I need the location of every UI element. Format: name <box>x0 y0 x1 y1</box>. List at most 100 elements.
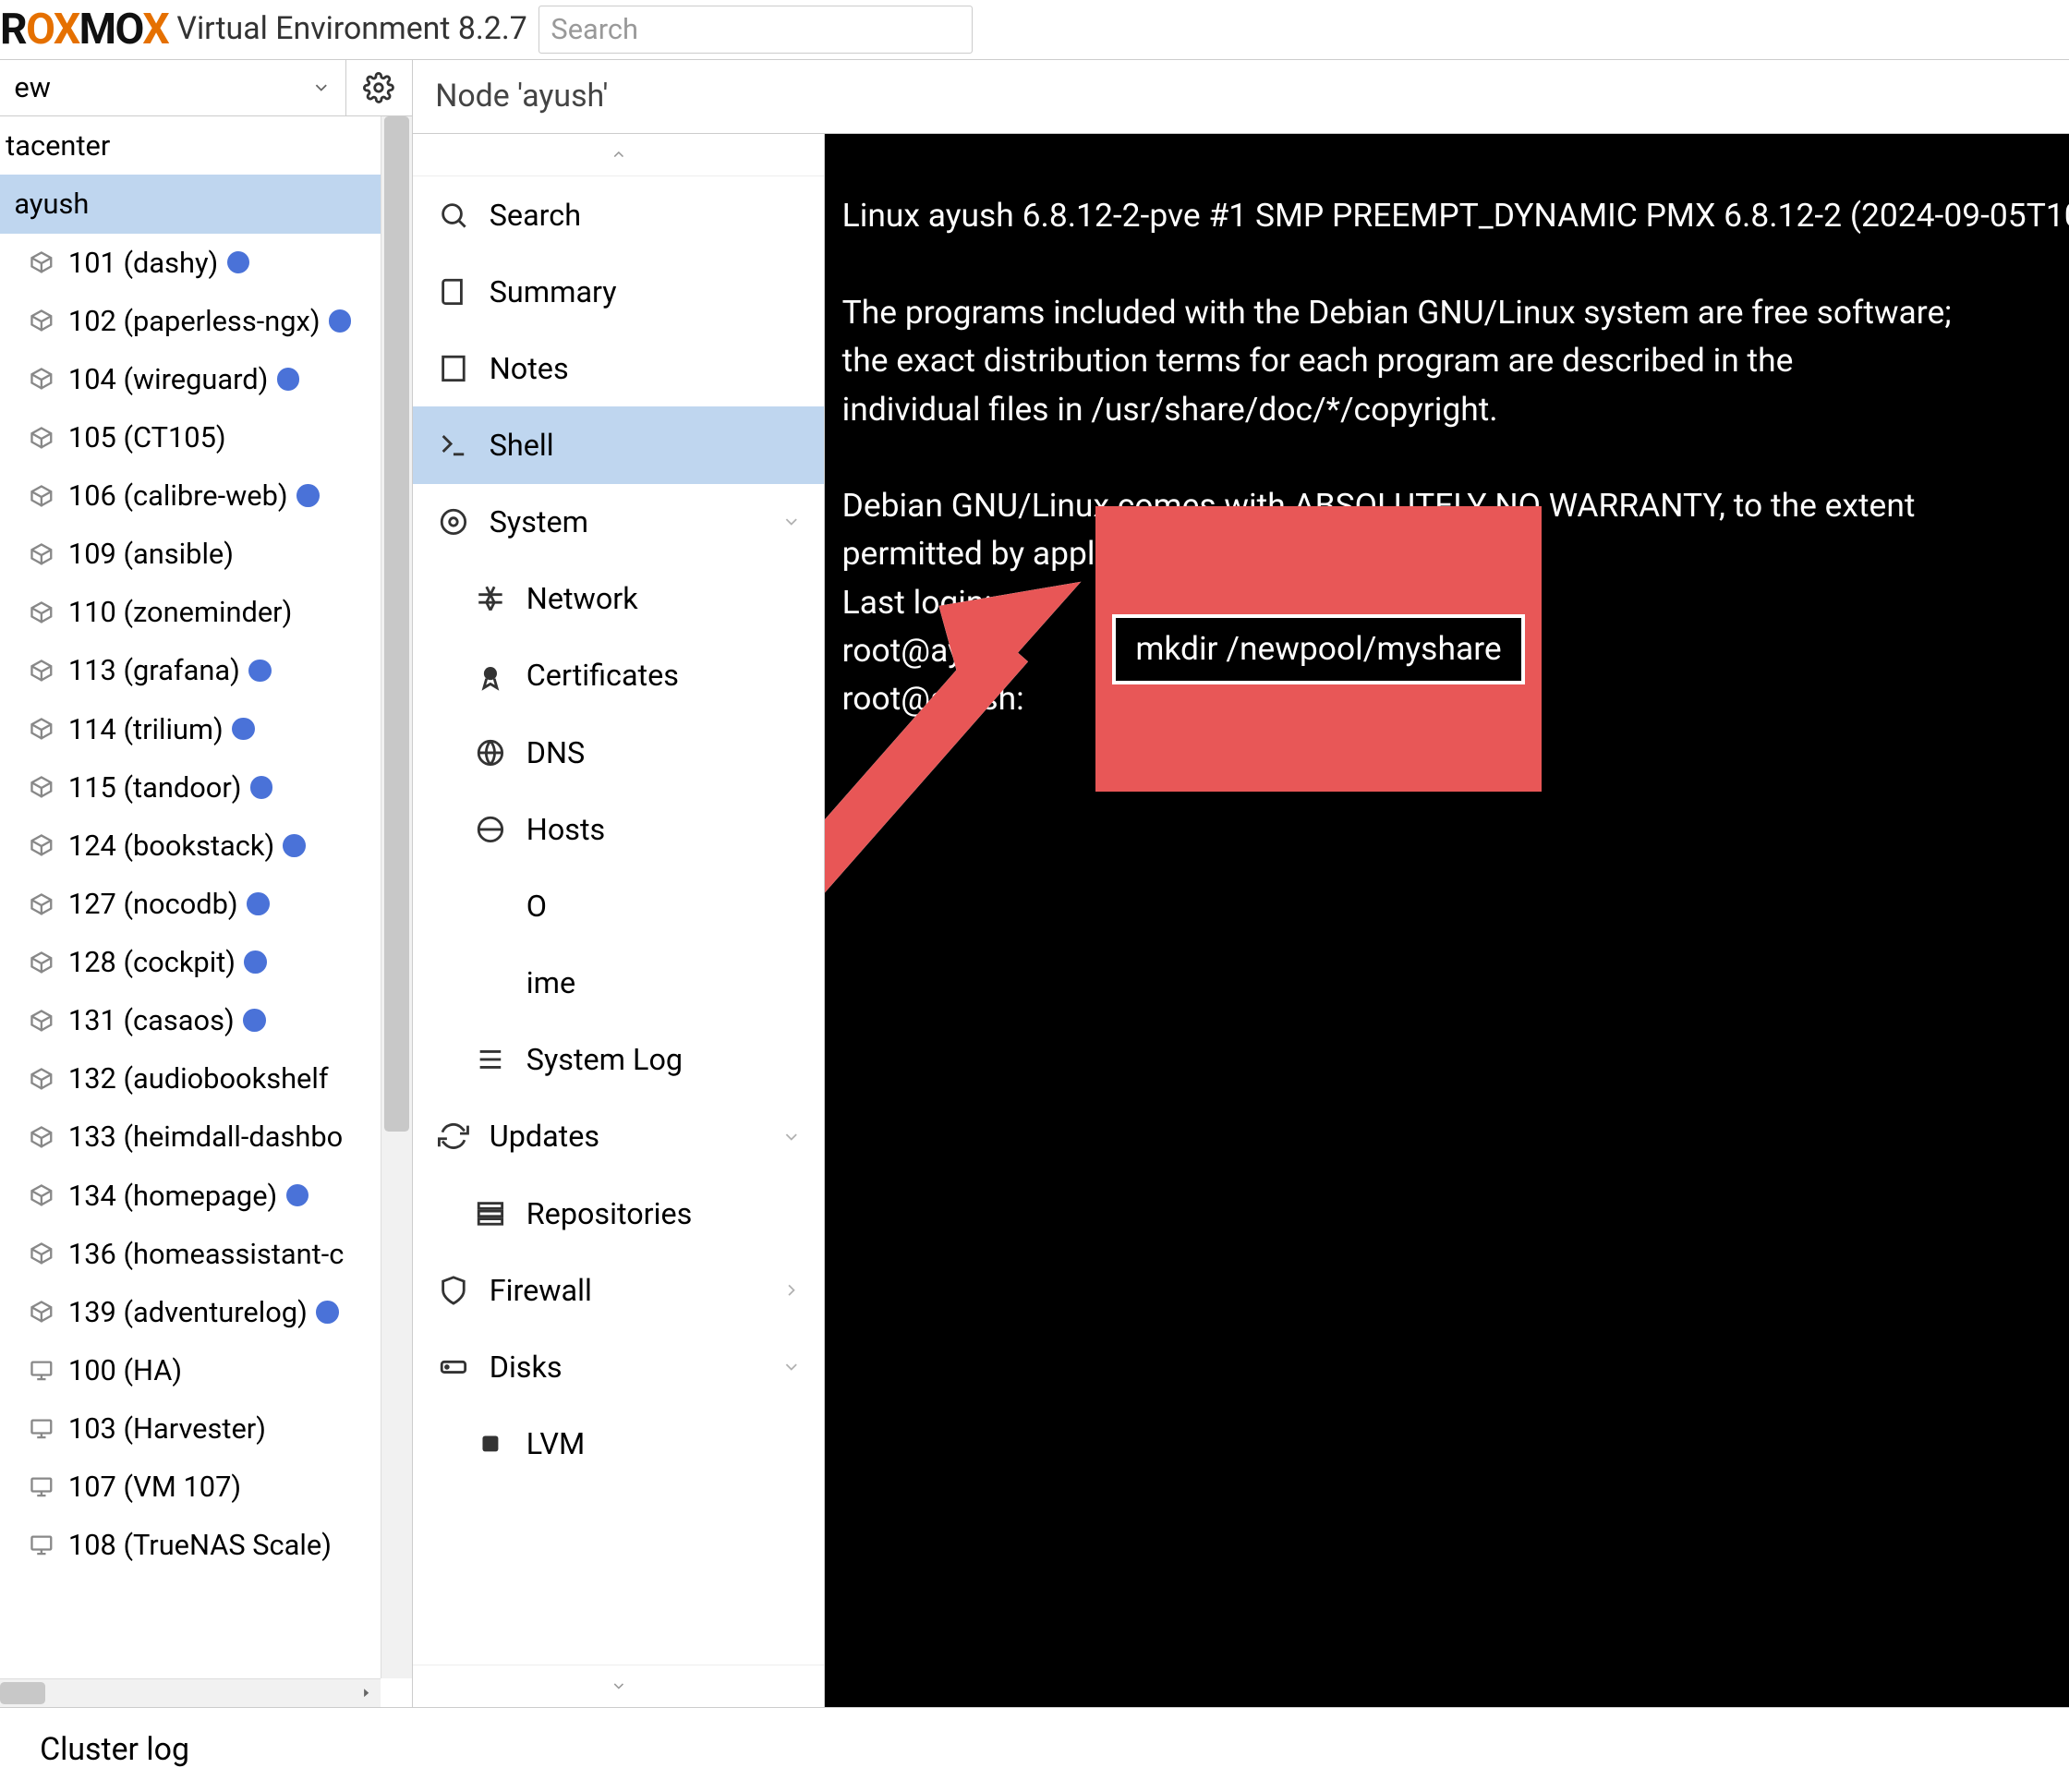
status-dot <box>286 1184 309 1207</box>
scrollbar-thumb[interactable] <box>0 1682 45 1704</box>
tree-item[interactable]: 113 (grafana) <box>0 641 412 699</box>
tree-item-label: 132 (audiobookshelf <box>68 1061 329 1096</box>
container-icon <box>29 308 60 333</box>
tree-item-label: 114 (trilium) <box>68 712 224 746</box>
tree-horizontal-scrollbar[interactable] <box>0 1678 381 1707</box>
tree-item[interactable]: 132 (audiobookshelf <box>0 1049 412 1108</box>
sidenav-item-network[interactable]: Network <box>413 561 825 637</box>
tree-item[interactable]: 107 (VM 107) <box>0 1458 412 1516</box>
sidenav-item-hosts[interactable]: Hosts <box>413 791 825 867</box>
search-icon <box>438 200 469 231</box>
terminal-line: root@ayush: <box>842 631 1024 670</box>
container-icon <box>29 249 60 275</box>
tree-item[interactable]: 134 (homepage) <box>0 1167 412 1225</box>
tree-item[interactable]: 109 (ansible) <box>0 525 412 583</box>
status-dot <box>248 660 272 683</box>
sidenav-item-summary[interactable]: Summary <box>413 253 825 330</box>
sidenav-item-system[interactable]: System <box>413 484 825 561</box>
sidenav-item-lvm[interactable]: LVM <box>413 1405 825 1482</box>
sidenav-label: Certificates <box>526 658 679 693</box>
tree-item-label: 115 (tandoor) <box>68 770 242 805</box>
status-dot <box>316 1301 339 1324</box>
tree-item-label: 110 (zoneminder) <box>68 595 292 629</box>
sidenav-label: Repositories <box>526 1196 693 1231</box>
sidenav-item-certificates[interactable]: Certificates <box>413 637 825 714</box>
tree-vertical-scrollbar[interactable] <box>381 116 412 1678</box>
container-icon <box>29 891 60 917</box>
updates-icon <box>438 1120 469 1152</box>
vm-icon <box>29 1532 60 1558</box>
node-sidenav: SearchSummary Notes ShellSystemNetwork Cert… <box>413 134 826 1707</box>
cert-icon <box>475 660 506 692</box>
tree-body: tacenter ayush 101 (dashy)102 (paperless… <box>0 116 412 1707</box>
sidenav-item-system-log[interactable]: System Log <box>413 1022 825 1098</box>
annotation-highlight: mkdir /newpool/myshare <box>1095 506 1542 792</box>
tree-node-host[interactable]: ayush <box>0 175 412 233</box>
tree-item[interactable]: 139 (adventurelog) <box>0 1283 412 1341</box>
terminal-line: the exact distribution terms for each pr… <box>842 341 1794 380</box>
tree-item[interactable]: 106 (calibre-web) <box>0 466 412 525</box>
sidenav-item-shell[interactable]: Shell <box>413 406 825 483</box>
hosts-icon <box>475 814 506 845</box>
sidenav-item-updates[interactable]: Updates <box>413 1098 825 1175</box>
status-dot <box>227 251 250 274</box>
collapse-up-button[interactable] <box>413 134 825 176</box>
tree-item[interactable]: 105 (CT105) <box>0 408 412 466</box>
tree-item[interactable]: 103 (Harvester) <box>0 1399 412 1458</box>
shell-icon <box>438 430 469 461</box>
terminal-line: individual files in /usr/share/doc/*/cop… <box>842 390 1498 429</box>
status-dot <box>243 1009 266 1032</box>
tree-item[interactable]: 102 (paperless-ngx) <box>0 292 412 350</box>
sidenav-item-search[interactable]: Search <box>413 176 825 253</box>
tree-item[interactable]: 128 (cockpit) <box>0 933 412 991</box>
terminal-line: The programs included with the Debian GN… <box>842 293 1952 332</box>
sidenav-item-notes[interactable]: Notes <box>413 330 825 406</box>
vm-icon <box>29 1416 60 1442</box>
container-icon <box>29 1241 60 1266</box>
syslog-icon <box>475 1044 506 1075</box>
tree-item[interactable]: 136 (homeassistant-c <box>0 1225 412 1283</box>
container-icon <box>29 599 60 625</box>
vm-icon <box>29 1474 60 1500</box>
status-dot <box>250 776 273 799</box>
search-input[interactable]: Search <box>538 6 973 54</box>
tree-item[interactable]: 110 (zoneminder) <box>0 583 412 641</box>
sidenav-label: Notes <box>490 351 569 386</box>
tree-item[interactable]: 104 (wireguard) <box>0 350 412 408</box>
terminal[interactable]: Linux ayush 6.8.12-2-pve #1 SMP PREEMPT_… <box>825 134 2069 1707</box>
sidenav-item-dns[interactable]: DNS <box>413 714 825 791</box>
sidenav-item-firewall[interactable]: Firewall <box>413 1252 825 1328</box>
scrollbar-thumb[interactable] <box>384 116 409 1132</box>
settings-button[interactable] <box>346 60 412 116</box>
sidenav-item-options[interactable]: O <box>413 867 825 944</box>
tree-item[interactable]: 100 (HA) <box>0 1341 412 1399</box>
scroll-right-arrow[interactable] <box>355 1682 378 1704</box>
view-selector[interactable]: ew <box>0 60 346 116</box>
gear-icon <box>363 72 394 103</box>
tree-root-datacenter[interactable]: tacenter <box>0 116 412 175</box>
summary-icon <box>438 276 469 308</box>
tree-item[interactable]: 131 (casaos) <box>0 991 412 1049</box>
product-version: Virtual Environment 8.2.7 <box>176 11 526 47</box>
sidenav-label: Firewall <box>490 1273 592 1308</box>
tree-item-label: 109 (ansible) <box>68 537 234 571</box>
tree-item[interactable]: 115 (tandoor) <box>0 758 412 817</box>
container-icon <box>29 1124 60 1150</box>
tree-item[interactable]: 127 (nocodb) <box>0 875 412 933</box>
tree-item[interactable]: 108 (TrueNAS Scale) <box>0 1516 412 1574</box>
tree-item[interactable]: 114 (trilium) <box>0 700 412 758</box>
search-placeholder: Search <box>551 12 638 46</box>
sidenav-label: Updates <box>490 1119 599 1154</box>
content-body: SearchSummary Notes ShellSystemNetwork Cert… <box>413 134 2069 1707</box>
tree-item[interactable]: 133 (heimdall-dashbo <box>0 1108 412 1166</box>
collapse-down-button[interactable] <box>413 1665 825 1707</box>
sidenav-item-repositories[interactable]: Repositories <box>413 1175 825 1252</box>
cluster-log-tab[interactable]: Cluster log <box>40 1732 189 1768</box>
tree-item-label: 107 (VM 107) <box>68 1470 241 1504</box>
sidenav-item-disks[interactable]: Disks <box>413 1328 825 1405</box>
bottom-panel[interactable]: Cluster log <box>0 1707 2069 1792</box>
tree-item[interactable]: 101 (dashy) <box>0 234 412 292</box>
sidenav-item-time[interactable]: ime <box>413 945 825 1022</box>
tree-item[interactable]: 124 (bookstack) <box>0 817 412 875</box>
container-icon <box>29 950 60 975</box>
